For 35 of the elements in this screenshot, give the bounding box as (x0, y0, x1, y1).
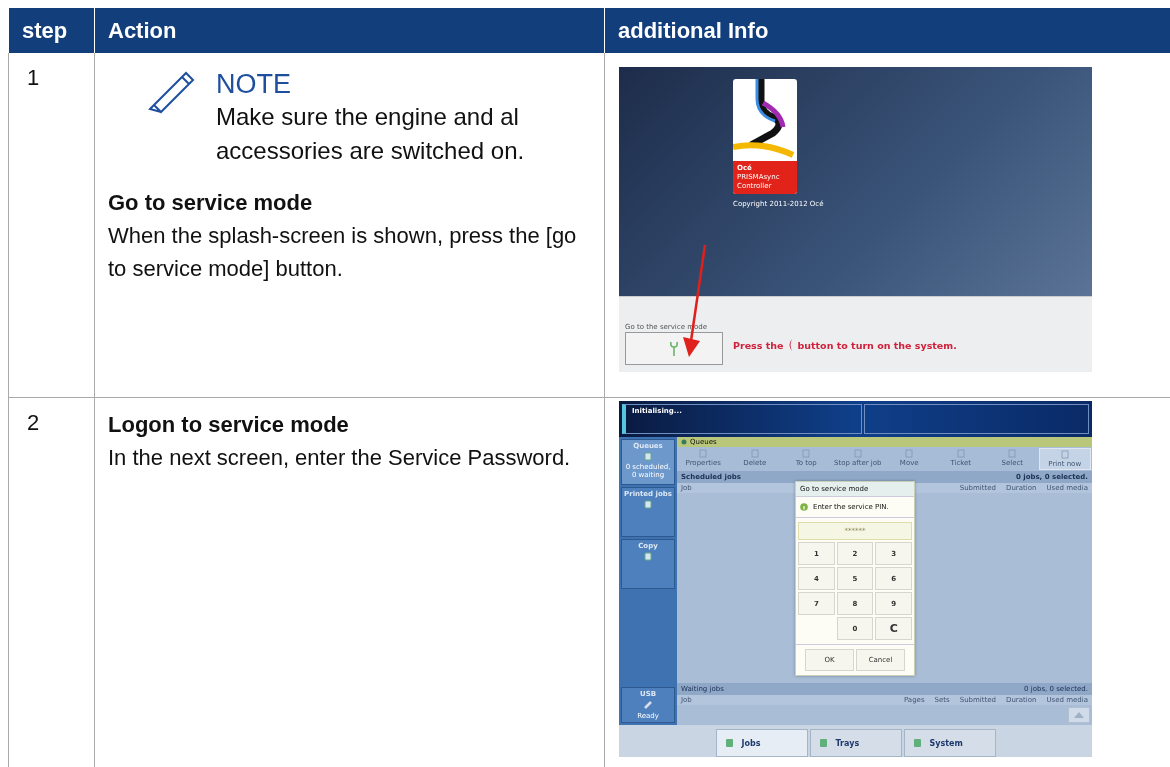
step-description: In the next screen, enter the Service Password. (108, 444, 572, 472)
service-mode-button[interactable] (625, 332, 723, 365)
step-heading: Go to service mode (108, 189, 314, 217)
bottom-tab[interactable]: Trays (809, 729, 902, 757)
queue-icon (681, 439, 687, 445)
toolbar-icon (802, 449, 811, 458)
step-heading: Logon to service mode (108, 411, 350, 439)
toolbar-icon (956, 449, 965, 458)
step-number: 1 (8, 53, 94, 398)
step-number: 2 (8, 398, 94, 767)
column-header: additional Info (604, 8, 1170, 53)
wrench-icon (670, 340, 678, 357)
instruction-text: Press the (733, 339, 784, 351)
keypad-key[interactable]: C (875, 617, 912, 640)
ribbon-logo-icon (733, 79, 797, 161)
bottom-tab[interactable]: Jobs (715, 729, 808, 757)
toolbar-icon (1060, 450, 1069, 459)
step-description: When the splash-screen is shown, press the [go to service mode] button. (108, 222, 578, 283)
usb-stick-icon (643, 700, 653, 710)
toolbar-icon (699, 449, 708, 458)
triangle-up-icon (1074, 712, 1084, 718)
column-header: step (8, 8, 94, 53)
note-title: NOTE (216, 68, 292, 100)
toolbar-icon (853, 449, 862, 458)
note-text: Make sure the engine and al accessories are switched on. (216, 102, 526, 166)
toolbar-icon (750, 449, 759, 458)
instruction-text: button to turn on the system. (797, 339, 957, 351)
toolbar-icon (905, 449, 914, 458)
arrow-icon (683, 245, 709, 357)
bottom-tab[interactable]: System (903, 729, 996, 757)
toolbar-icon (1008, 449, 1017, 458)
crescent-icon (787, 339, 794, 351)
info-icon (800, 503, 808, 511)
column-header: Action (94, 8, 604, 53)
document-icon (724, 738, 734, 748)
